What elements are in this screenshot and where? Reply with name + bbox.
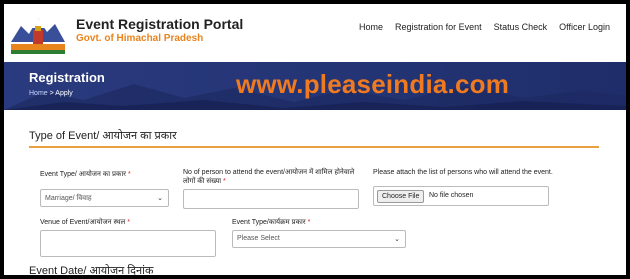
- breadcrumb: Home > Apply: [29, 90, 73, 97]
- top-nav: Home Registration for Event Status Check…: [353, 22, 616, 32]
- nav-registration-for-event[interactable]: Registration for Event: [389, 22, 488, 32]
- section-title-event-date: Event Date/ आयोजन दिनांक: [29, 265, 154, 275]
- event-category-select[interactable]: Please Select ⌄: [232, 230, 406, 248]
- breadcrumb-home[interactable]: Home: [29, 90, 48, 97]
- event-category-select-value: Please Select: [237, 235, 280, 242]
- watermark-text: www.pleaseindia.com: [236, 69, 510, 99]
- event-type-select-value: Marriage/ विवाह: [45, 195, 92, 202]
- persons-count-input[interactable]: [183, 189, 359, 209]
- persons-list-file-input[interactable]: Choose File No file chosen: [373, 186, 549, 206]
- event-category-label: Event Type/कार्यक्रम प्रकार *: [232, 219, 311, 226]
- chevron-down-icon: ⌄: [157, 195, 163, 202]
- required-mark: *: [307, 219, 311, 226]
- choose-file-button[interactable]: Choose File: [377, 190, 425, 203]
- nav-home[interactable]: Home: [353, 22, 389, 32]
- page-frame: Event Registration Portal Govt. of Himac…: [4, 4, 626, 275]
- persons-label: No of person to attend the event/आयोजन म…: [183, 169, 355, 185]
- section-divider: [29, 146, 599, 148]
- venue-textarea[interactable]: [40, 230, 216, 257]
- attach-list-label: Please attach the list of persons who wi…: [373, 169, 553, 176]
- page-title: Registration: [29, 70, 105, 85]
- event-type-label: Event Type/ आयोजन का प्रकार *: [40, 171, 131, 178]
- nav-status-check[interactable]: Status Check: [488, 22, 554, 32]
- section-title-event-type: Type of Event/ आयोजन का प्रकार: [29, 130, 177, 142]
- page-banner: Registration Home > Apply www.pleaseindi…: [4, 62, 626, 110]
- required-mark: *: [223, 178, 226, 185]
- required-mark: *: [127, 171, 131, 178]
- breadcrumb-current: Apply: [55, 90, 73, 97]
- file-status-text: No file chosen: [429, 192, 474, 199]
- chevron-down-icon: ⌄: [394, 236, 400, 243]
- event-type-select[interactable]: Marriage/ विवाह ⌄: [40, 189, 169, 207]
- site-header: Event Registration Portal Govt. of Himac…: [4, 4, 626, 62]
- venue-label: Venue of Event/आयोजन स्थल *: [40, 219, 130, 226]
- portal-subtitle: Govt. of Himachal Pradesh: [76, 33, 204, 44]
- portal-title: Event Registration Portal: [76, 16, 244, 32]
- nav-officer-login[interactable]: Officer Login: [553, 22, 616, 32]
- himachal-emblem-logo: [11, 18, 65, 54]
- required-mark: *: [127, 219, 130, 226]
